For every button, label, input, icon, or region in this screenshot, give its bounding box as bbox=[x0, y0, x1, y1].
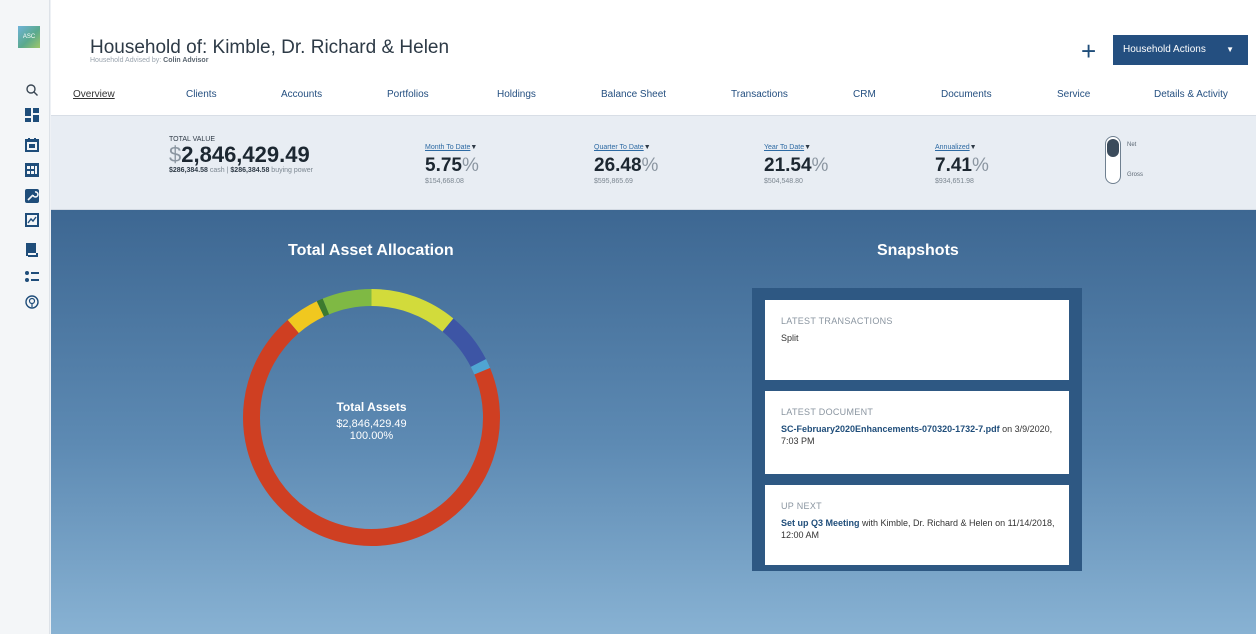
month-to-date-value: 5.75% bbox=[425, 155, 479, 176]
year-to-date-value: 21.54% bbox=[764, 155, 829, 176]
chevron-down-icon: ▼ bbox=[1226, 45, 1234, 54]
quarter-to-date-stat: Quarter To Date▼ 26.48% $595,865.69 bbox=[594, 136, 658, 185]
book-icon[interactable] bbox=[25, 243, 39, 257]
household-header: Household of: Kimble, Dr. Richard & Hele… bbox=[51, 0, 1256, 116]
tab-holdings[interactable]: Holdings bbox=[497, 89, 536, 100]
donut-segment-1[interactable] bbox=[442, 318, 486, 368]
support-icon[interactable] bbox=[25, 295, 39, 309]
net-label[interactable]: Net bbox=[1127, 142, 1136, 148]
advisor-line: Household Advised by: Colin Advisor bbox=[90, 57, 209, 64]
list-icon[interactable] bbox=[25, 270, 39, 284]
tab-accounts[interactable]: Accounts bbox=[281, 89, 322, 100]
donut-segment-5[interactable] bbox=[316, 298, 330, 317]
document-link[interactable]: SC-February2020Enhancements-070320-1732-… bbox=[781, 424, 1000, 434]
triangle-down-icon: ▼ bbox=[643, 144, 651, 151]
overview-content: Total Asset Allocation Total Assets $2,8… bbox=[51, 210, 1256, 634]
dashboard-icon[interactable] bbox=[25, 108, 39, 122]
year-to-date-dropdown[interactable]: Year To Date▼ bbox=[764, 136, 828, 154]
advisor-name: Colin Advisor bbox=[163, 57, 209, 64]
donut-segment-6[interactable] bbox=[322, 289, 372, 315]
tab-service[interactable]: Service bbox=[1057, 89, 1090, 100]
triangle-down-icon: ▼ bbox=[969, 144, 977, 151]
latest-transactions-card: LATEST TRANSACTIONS Split bbox=[765, 300, 1069, 380]
add-button[interactable]: + bbox=[1081, 38, 1096, 64]
annualized-dropdown[interactable]: Annualized▼ bbox=[935, 136, 989, 154]
triangle-down-icon: ▼ bbox=[470, 144, 478, 151]
calendar-icon[interactable] bbox=[25, 138, 39, 152]
toggle-knob bbox=[1107, 139, 1119, 157]
cash-buying-power: $286,384.58 cash | $286,384.58 buying po… bbox=[169, 167, 313, 174]
tab-balance-sheet[interactable]: Balance Sheet bbox=[601, 89, 666, 100]
page-title: Household of: Kimble, Dr. Richard & Hele… bbox=[90, 37, 450, 58]
net-gross-toggle[interactable] bbox=[1105, 136, 1121, 184]
month-to-date-stat: Month To Date▼ 5.75% $154,668.08 bbox=[425, 136, 479, 185]
app-logo[interactable]: ASC bbox=[18, 26, 40, 48]
allocation-title: Total Asset Allocation bbox=[288, 242, 454, 259]
tab-overview[interactable]: Overview bbox=[73, 89, 115, 100]
gross-label[interactable]: Gross bbox=[1127, 172, 1143, 178]
tab-documents[interactable]: Documents bbox=[941, 89, 992, 100]
household-actions-button[interactable]: Household Actions ▼ bbox=[1113, 35, 1248, 65]
donut-segment-4[interactable] bbox=[287, 301, 325, 334]
latest-document-card: LATEST DOCUMENT SC-February2020Enhanceme… bbox=[765, 391, 1069, 474]
donut-center-summary: Total Assets $2,846,429.49 100.00% bbox=[336, 400, 407, 442]
tab-portfolios[interactable]: Portfolios bbox=[387, 89, 429, 100]
month-to-date-dropdown[interactable]: Month To Date▼ bbox=[425, 136, 479, 154]
household-tabs: Overview Clients Accounts Portfolios Hol… bbox=[73, 89, 1256, 105]
quarter-to-date-dropdown[interactable]: Quarter To Date▼ bbox=[594, 136, 658, 154]
performance-summary: TOTAL VALUE $2,846,429.49 $286,384.58 ca… bbox=[51, 116, 1256, 210]
total-value-stat: TOTAL VALUE $2,846,429.49 $286,384.58 ca… bbox=[169, 136, 313, 174]
meeting-link[interactable]: Set up Q3 Meeting bbox=[781, 518, 860, 528]
tab-details-activity[interactable]: Details & Activity bbox=[1154, 89, 1228, 100]
search-icon[interactable] bbox=[25, 83, 39, 97]
year-to-date-stat: Year To Date▼ 21.54% $504,548.80 bbox=[764, 136, 828, 185]
snapshots-title: Snapshots bbox=[877, 242, 959, 259]
wrench-icon[interactable] bbox=[25, 189, 39, 203]
donut-segment-2[interactable] bbox=[470, 359, 491, 375]
snapshots-panel: LATEST TRANSACTIONS Split LATEST DOCUMEN… bbox=[752, 288, 1082, 571]
left-rail: ASC bbox=[0, 0, 50, 634]
triangle-down-icon: ▼ bbox=[804, 144, 812, 151]
annualized-value: 7.41% bbox=[935, 155, 989, 176]
up-next-card: UP NEXT Set up Q3 Meeting with Kimble, D… bbox=[765, 485, 1069, 565]
tab-crm[interactable]: CRM bbox=[853, 89, 876, 100]
annualized-stat: Annualized▼ 7.41% $934,651.98 bbox=[935, 136, 989, 185]
chart-icon[interactable] bbox=[25, 213, 39, 227]
donut-segment-0[interactable] bbox=[371, 289, 454, 332]
grid-icon[interactable] bbox=[25, 163, 39, 177]
total-value: $2,846,429.49 bbox=[169, 142, 310, 167]
tab-transactions[interactable]: Transactions bbox=[731, 89, 788, 100]
tab-clients[interactable]: Clients bbox=[186, 89, 217, 100]
quarter-to-date-value: 26.48% bbox=[594, 155, 659, 176]
